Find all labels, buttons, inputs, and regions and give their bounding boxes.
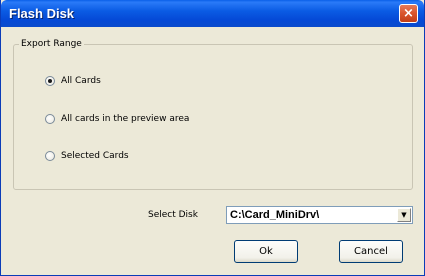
radio-button-icon[interactable] (45, 114, 55, 124)
radio-selected-cards[interactable]: Selected Cards (45, 151, 129, 161)
ok-button[interactable]: Ok (234, 240, 298, 263)
select-disk-label: Select Disk (148, 210, 198, 220)
flash-disk-dialog: Flash Disk × Export Range All Cards All … (0, 0, 425, 276)
radio-button-icon[interactable] (45, 151, 55, 161)
window-title: Flash Disk (9, 6, 75, 21)
export-range-legend: Export Range (19, 39, 84, 49)
dropdown-arrow-icon[interactable]: ▼ (397, 208, 411, 222)
select-disk-value: C:\Card_MiniDrv\ (230, 209, 320, 221)
radio-label: All cards in the preview area (61, 114, 190, 124)
cancel-button[interactable]: Cancel (339, 240, 403, 263)
radio-label: Selected Cards (61, 151, 129, 161)
close-button[interactable]: × (399, 4, 418, 23)
radio-preview-area[interactable]: All cards in the preview area (45, 114, 189, 124)
radio-label: All Cards (61, 76, 101, 86)
title-bar[interactable]: Flash Disk × (1, 0, 424, 27)
radio-button-icon[interactable] (45, 76, 55, 86)
radio-all-cards[interactable]: All Cards (45, 76, 101, 86)
close-icon: × (403, 6, 414, 21)
select-disk-dropdown[interactable]: C:\Card_MiniDrv\ ▼ (226, 206, 413, 224)
